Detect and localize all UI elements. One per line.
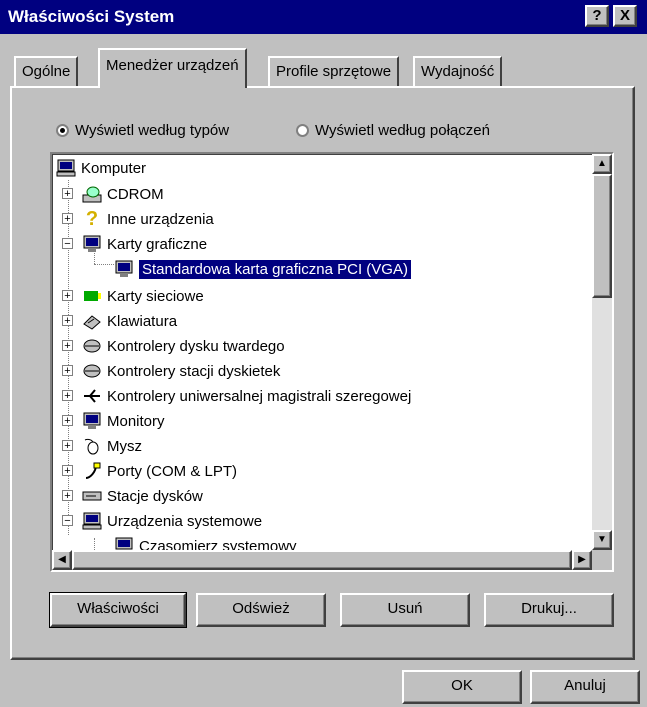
computer-icon: [82, 512, 102, 530]
radio-by-type-label: Wyświetl według typów: [75, 121, 230, 139]
help-button[interactable]: ?: [585, 5, 609, 27]
monitor-icon: [114, 260, 134, 278]
tree-item-vga-adapter[interactable]: Standardowa karta graficzna PCI (VGA): [114, 257, 411, 281]
scroll-thumb[interactable]: [592, 174, 612, 298]
properties-button[interactable]: Właściwości: [49, 592, 187, 628]
close-button[interactable]: X: [613, 5, 637, 27]
expand-icon: +: [62, 213, 73, 225]
tree-item-label: Porty (COM & LPT): [107, 462, 238, 480]
scroll-down-button[interactable]: ▼: [592, 530, 612, 550]
keyboard-icon: [82, 312, 102, 330]
tree-item-hdd-controllers[interactable]: + Kontrolery dysku twardego: [62, 334, 285, 358]
tree-item-display-adapters[interactable]: − Karty graficzne: [62, 232, 207, 256]
scroll-thumb[interactable]: [72, 550, 572, 570]
window-title: Właściwości System: [8, 7, 175, 26]
remove-button-label: Usuń: [387, 600, 423, 617]
floppy-controller-icon: [82, 362, 102, 380]
title-bar: Właściwości System ? X: [0, 0, 647, 34]
cancel-button[interactable]: Anuluj: [530, 670, 640, 704]
radio-dot-icon: [56, 123, 69, 137]
tree-item-label: Karty graficzne: [107, 235, 208, 253]
expand-icon: +: [62, 490, 73, 502]
radio-by-type[interactable]: Wyświetl według typów: [56, 120, 229, 140]
print-button-label: Drukuj...: [521, 600, 577, 617]
tree-item-label: Urządzenia systemowe: [107, 512, 263, 530]
tree-item-label: Monitory: [107, 412, 165, 430]
network-card-icon: [82, 287, 102, 305]
scroll-corner: [592, 550, 612, 570]
remove-button[interactable]: Usuń: [340, 593, 470, 627]
tree-item-floppy-controllers[interactable]: + Kontrolery stacji dyskietek: [62, 359, 280, 383]
tree-item-network-adapters[interactable]: + Karty sieciowe: [62, 284, 204, 308]
tree-item-label: Kontrolery uniwersalnej magistrali szere…: [107, 387, 412, 405]
cdrom-icon: [82, 185, 102, 203]
port-icon: [82, 462, 102, 480]
computer-icon: [56, 159, 76, 177]
expand-icon: +: [62, 465, 73, 477]
disk-controller-icon: [82, 337, 102, 355]
tree-item-usb-controllers[interactable]: + Kontrolery uniwersalnej magistrali sze…: [62, 384, 411, 408]
expand-icon: +: [62, 365, 73, 377]
tree-item-other-devices[interactable]: + ? Inne urządzenia: [62, 207, 214, 231]
tree-item-label: Stacje dysków: [107, 487, 203, 505]
monitor-icon: [82, 412, 102, 430]
vertical-scrollbar[interactable]: ▲ ▼: [592, 154, 612, 550]
expand-icon: +: [62, 415, 73, 427]
device-tree[interactable]: Komputer + CDROM + ? Inne urządzenia − K…: [50, 152, 614, 572]
monitor-icon: [82, 235, 102, 253]
tree-item-monitors[interactable]: + Monitory: [62, 409, 165, 433]
tree-item-keyboard[interactable]: + Klawiatura: [62, 309, 177, 333]
scroll-left-button[interactable]: ◀: [52, 550, 72, 570]
question-icon: ?: [85, 207, 99, 230]
expand-icon: +: [62, 290, 73, 302]
properties-button-label: Właściwości: [77, 600, 159, 617]
expand-icon: +: [62, 188, 73, 200]
tree-item-mouse[interactable]: + Mysz: [62, 434, 142, 458]
tree-item-ports[interactable]: + Porty (COM & LPT): [62, 459, 237, 483]
collapse-icon: −: [62, 238, 73, 250]
tree-item-label: Kontrolery stacji dyskietek: [107, 362, 281, 380]
collapse-icon: −: [62, 515, 73, 527]
tree-item-label: Karty sieciowe: [107, 287, 204, 305]
print-button[interactable]: Drukuj...: [484, 593, 614, 627]
scroll-right-button[interactable]: ▶: [572, 550, 592, 570]
tab-performance[interactable]: Wydajność: [413, 56, 503, 86]
radio-by-connection[interactable]: Wyświetl według połączeń: [296, 120, 490, 140]
mouse-icon: [82, 437, 102, 455]
scroll-up-button[interactable]: ▲: [592, 154, 612, 174]
ok-button[interactable]: OK: [402, 670, 522, 704]
tree-item-label: Kontrolery dysku twardego: [107, 337, 285, 355]
expand-icon: +: [62, 440, 73, 452]
tab-device-manager[interactable]: Menedżer urządzeń: [98, 48, 247, 88]
tree-item-label: Mysz: [107, 437, 142, 455]
refresh-button-label: Odśwież: [232, 600, 290, 617]
refresh-button[interactable]: Odśwież: [196, 593, 326, 627]
horizontal-scrollbar[interactable]: ◀ ▶: [52, 550, 592, 570]
tab-hardware-profiles[interactable]: Profile sprzętowe: [268, 56, 400, 86]
radio-dot-icon: [296, 123, 309, 137]
tree-item-label: Standardowa karta graficzna PCI (VGA): [139, 259, 411, 279]
usb-icon: [82, 387, 102, 405]
expand-icon: +: [62, 390, 73, 402]
tree-item-label: Inne urządzenia: [107, 210, 214, 228]
expand-icon: +: [62, 315, 73, 327]
tree-root-computer[interactable]: Komputer: [56, 156, 146, 180]
cancel-button-label: Anuluj: [564, 677, 606, 694]
tree-item-label: Klawiatura: [107, 312, 178, 330]
ok-button-label: OK: [451, 677, 473, 694]
radio-by-connection-label: Wyświetl według połączeń: [315, 121, 490, 139]
tree-root-label: Komputer: [81, 159, 147, 177]
tree-item-disk-drives[interactable]: + Stacje dysków: [62, 484, 203, 508]
tree-item-label: CDROM: [107, 185, 164, 203]
expand-icon: +: [62, 340, 73, 352]
tab-general[interactable]: Ogólne: [14, 56, 79, 86]
tree-item-cdrom[interactable]: + CDROM: [62, 182, 164, 206]
tree-item-system-devices[interactable]: − Urządzenia systemowe: [62, 509, 262, 533]
drive-icon: [82, 487, 102, 505]
tree-line: [94, 264, 114, 265]
